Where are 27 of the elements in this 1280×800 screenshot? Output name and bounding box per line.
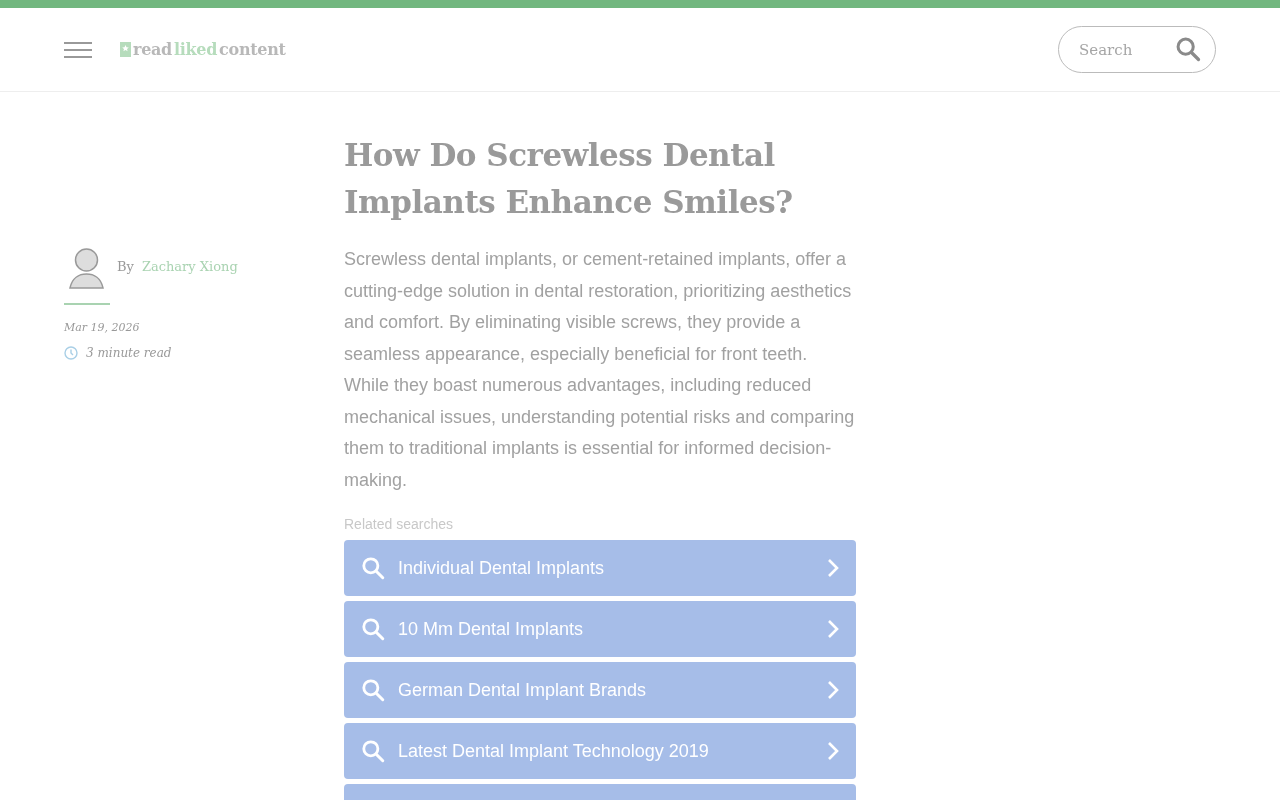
chevron-right-icon <box>826 618 840 640</box>
related-search-link[interactable]: German Dental Implant Brands <box>344 662 856 718</box>
chevron-right-icon <box>826 557 840 579</box>
related-search-link[interactable]: 10 Mm Dental Implants <box>344 601 856 657</box>
related-search-link[interactable]: Latest Dental Implant Technology 2019 <box>344 723 856 779</box>
chevron-right-icon <box>826 679 840 701</box>
chevron-right-icon <box>826 740 840 762</box>
article-title: How Do Screwless Dental Implants Enhance Smiles? <box>344 136 794 222</box>
byline-prefix: By <box>117 259 134 274</box>
read-time: 3 minute read <box>86 346 172 360</box>
article-summary: Screwless dental implants, or cement-retained implants, offer a cutting-edge solution in dental restoration, prioritizing aesthetics and comfort. By eliminating visible screws, they provide a seamless appearance, especially beneficial for front teeth. While they boast numerous advantages, including reduced mechanical issues, understanding potential risks and comparing them to traditional implants is essential for informed decision-making. <box>344 248 856 492</box>
search-field[interactable]: Search <box>1058 26 1216 73</box>
logo-text[interactable]: read <box>133 40 172 59</box>
search-icon <box>360 616 386 642</box>
logo-text[interactable]: liked <box>173 40 218 59</box>
clock-icon <box>64 346 78 360</box>
search-glyph <box>1174 35 1202 63</box>
bookmark-icon <box>120 42 131 57</box>
related-search-link[interactable]: Individual Dental Implants <box>344 540 856 596</box>
author-link[interactable]: Zachary Xiong <box>141 259 238 274</box>
publish-date: Mar 19, 2026 <box>64 321 141 334</box>
search-icon <box>360 555 386 581</box>
logo-text[interactable]: content <box>219 40 286 59</box>
search-icon[interactable] <box>1174 35 1202 63</box>
search-icon <box>360 738 386 764</box>
menu-icon[interactable] <box>64 40 92 59</box>
search-icon <box>360 677 386 703</box>
